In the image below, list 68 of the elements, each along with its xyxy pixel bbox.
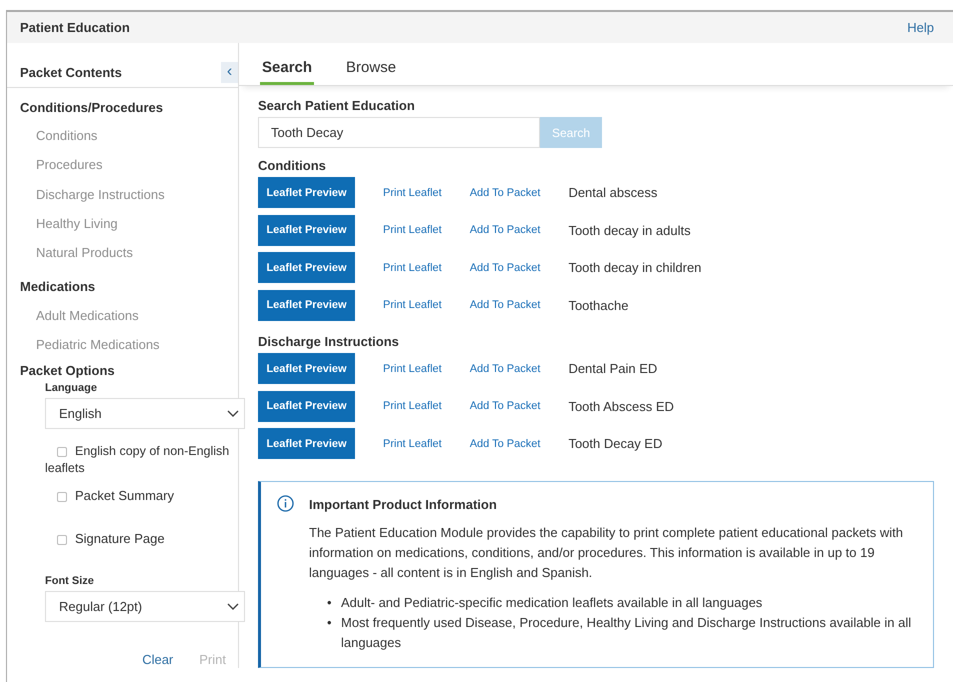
checkbox-label[interactable]: English copy of non-English leaflets xyxy=(45,443,245,478)
checkbox-label[interactable]: Packet Summary xyxy=(45,487,232,504)
sidebar-item[interactable]: Conditions xyxy=(20,121,98,150)
checkbox-label[interactable]: Signature Page xyxy=(45,530,232,548)
sidebar-item[interactable]: Procedures xyxy=(20,150,102,180)
leaflet-preview-button[interactable]: Leaflet Preview xyxy=(258,290,355,321)
add-to-packet-link[interactable]: Add To Packet xyxy=(470,362,540,375)
leaflet-title: Dental Pain ED xyxy=(568,361,658,376)
search-field[interactable]: Tooth Decay xyxy=(258,117,540,148)
leaflet-preview-button[interactable]: Leaflet Preview xyxy=(258,214,355,246)
sidebar-item[interactable]: Healthy Living xyxy=(20,208,118,238)
action-link[interactable]: Clear xyxy=(142,652,174,668)
sidebar-item[interactable]: Natural Products xyxy=(20,238,133,268)
leaflet-title: Dental abscess xyxy=(568,185,658,200)
field-label: Font Size xyxy=(45,575,94,588)
print-leaflet-link[interactable]: Print Leaflet xyxy=(383,224,442,236)
leaflet-title: Tooth decay in children xyxy=(568,260,702,276)
language-dropdown[interactable]: English xyxy=(45,398,245,430)
bullet-marker: • xyxy=(327,614,332,632)
print-leaflet-link[interactable]: Print Leaflet xyxy=(383,400,442,412)
collapse-button[interactable]: ‹ xyxy=(221,62,238,82)
leaflet-title: Toothache xyxy=(568,298,628,313)
add-to-packet-link[interactable]: Add To Packet xyxy=(470,186,540,199)
add-to-packet-link[interactable]: Add To Packet xyxy=(470,400,540,412)
leaflet-preview-button[interactable]: Leaflet Preview xyxy=(258,353,355,384)
section-heading: Medications xyxy=(20,279,96,294)
info-icon xyxy=(277,494,294,512)
chevron-down-icon xyxy=(227,410,239,418)
section-heading: Packet Options xyxy=(20,363,116,378)
tab[interactable]: Search xyxy=(260,59,314,85)
checkbox[interactable] xyxy=(57,492,67,502)
tab[interactable]: Browse xyxy=(344,59,398,85)
info-bullet: Adult- and Pediatric-specific medication leaflets available in all languages xyxy=(341,594,764,612)
window-title: Patient Education xyxy=(20,20,130,35)
leaflet-preview-button[interactable]: Leaflet Preview xyxy=(258,252,355,284)
add-to-packet-link[interactable]: Add To Packet xyxy=(470,438,540,450)
leaflet-preview-button[interactable]: Leaflet Preview xyxy=(258,177,355,208)
print-leaflet-link[interactable]: Print Leaflet xyxy=(383,262,442,274)
info-paragraph: The Patient Education Module provides the capability to print complete patient educational packets with information on medications, conditions, and/or procedures. This information is available in up to 19 languages - all content is in English and Spanish. xyxy=(309,524,904,582)
checkbox[interactable] xyxy=(57,534,67,545)
leaflet-preview-button[interactable]: Leaflet Preview xyxy=(258,390,355,422)
sidebar-item[interactable]: Adult Medications xyxy=(20,300,139,330)
print-leaflet-link[interactable]: Print Leaflet xyxy=(383,362,442,375)
add-to-packet-link[interactable]: Add To Packet xyxy=(470,299,540,312)
info-bullet: Most frequently used Disease, Procedure, Healthy Living and Discharge Instructions available in all languages xyxy=(341,614,912,652)
bullet-marker: • xyxy=(327,594,332,612)
search-label: Search Patient Education xyxy=(258,98,415,113)
add-to-packet-link[interactable]: Add To Packet xyxy=(470,224,540,236)
checkbox[interactable] xyxy=(57,446,67,457)
font-size-dropdown[interactable]: Regular (12pt) xyxy=(45,591,245,622)
chevron-down-icon xyxy=(227,602,239,611)
leaflet-title: Tooth Abscess ED xyxy=(568,398,674,414)
group-heading: Discharge Instructions xyxy=(258,334,399,349)
info-title: Important Product Information xyxy=(309,496,498,514)
help-link[interactable]: Help xyxy=(907,20,934,35)
print-leaflet-link[interactable]: Print Leaflet xyxy=(383,438,442,450)
print-leaflet-link[interactable]: Print Leaflet xyxy=(383,186,442,199)
print-leaflet-link[interactable]: Print Leaflet xyxy=(383,299,442,312)
group-heading: Conditions xyxy=(258,158,326,173)
field-label: Language xyxy=(45,382,97,394)
panel-title: Packet Contents xyxy=(20,64,122,80)
sidebar-item[interactable]: Discharge Instructions xyxy=(20,180,165,209)
leaflet-title: Tooth decay in adults xyxy=(568,222,691,238)
add-to-packet-link[interactable]: Add To Packet xyxy=(470,262,540,274)
sidebar-item[interactable]: Pediatric Medications xyxy=(20,330,160,360)
leaflet-title: Tooth Decay ED xyxy=(568,436,662,452)
section-heading: Conditions/Procedures xyxy=(20,100,164,115)
leaflet-preview-button[interactable]: Leaflet Preview xyxy=(258,428,355,460)
